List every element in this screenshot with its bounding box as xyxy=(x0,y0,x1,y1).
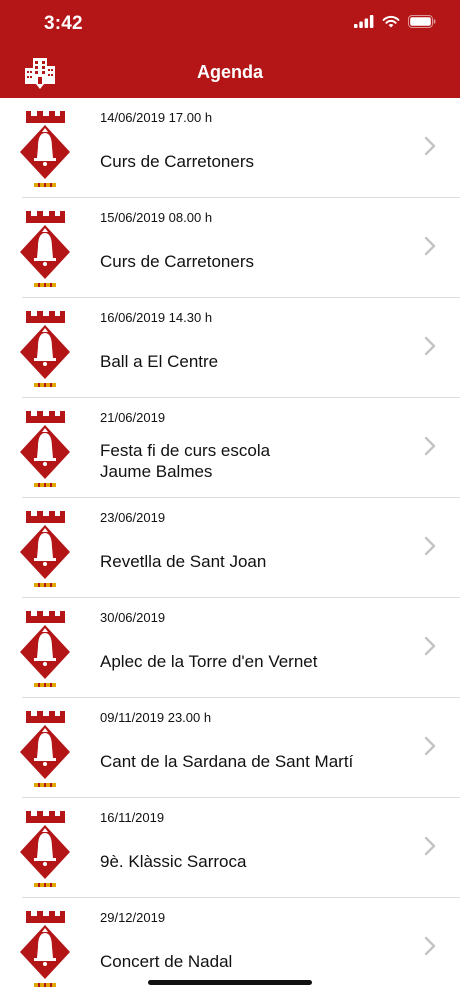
event-date: 21/06/2019 xyxy=(100,410,166,425)
page-title: Agenda xyxy=(196,62,263,82)
battery-icon xyxy=(408,15,436,28)
event-title: Cant de la Sardana de Sant Martí xyxy=(100,751,354,771)
event-title: Ball a El Centre xyxy=(100,351,219,371)
event-date: 16/06/2019 14.30 h xyxy=(100,310,213,325)
nav-header: 3:42 Agenda xyxy=(0,0,460,98)
event-date: 09/11/2019 23.00 h xyxy=(100,710,212,725)
chevron-right-icon xyxy=(424,536,436,556)
town-crest-icon xyxy=(20,711,70,787)
home-indicator[interactable] xyxy=(148,980,312,985)
town-crest-icon xyxy=(20,411,70,487)
chevron-right-icon xyxy=(424,736,436,756)
town-crest-icon xyxy=(20,911,70,987)
town-crest-icon xyxy=(20,111,70,187)
event-date: 14/06/2019 17.00 h xyxy=(100,110,213,125)
town-crest-icon xyxy=(20,811,70,887)
event-title: 9è. Klàssic Sarroca xyxy=(100,851,247,871)
event-title: Curs de Carretoners xyxy=(100,251,255,271)
chevron-right-icon xyxy=(424,236,436,256)
agenda-row[interactable]: 16/06/2019 14.30 h Ball a El Centre xyxy=(0,298,460,398)
event-title: Festa fi de curs escola Jaume Balmes xyxy=(100,441,271,481)
town-crest-icon xyxy=(20,211,70,287)
agenda-row[interactable]: 09/11/2019 23.00 h Cant de la Sardana de… xyxy=(0,698,460,798)
status-icons xyxy=(354,15,436,28)
agenda-row[interactable]: 23/06/2019 Revetlla de Sant Joan xyxy=(0,498,460,598)
agenda-list: 14/06/2019 17.00 h Curs de Carretoners 1… xyxy=(0,98,460,998)
town-crest-icon xyxy=(20,311,70,387)
chevron-right-icon xyxy=(424,336,436,356)
agenda-row[interactable]: 21/06/2019 Festa fi de curs escola Jaume… xyxy=(0,398,460,498)
chevron-right-icon xyxy=(424,436,436,456)
status-time: 3:42 xyxy=(44,13,83,34)
town-crest-icon xyxy=(20,511,70,587)
agenda-row[interactable]: 14/06/2019 17.00 h Curs de Carretoners xyxy=(0,98,460,198)
chevron-right-icon xyxy=(424,936,436,956)
agenda-row[interactable]: 15/06/2019 08.00 h Curs de Carretoners xyxy=(0,198,460,298)
event-title: Aplec de la Torre d'en Vernet xyxy=(100,651,318,671)
event-date: 30/06/2019 xyxy=(100,610,166,625)
chevron-right-icon xyxy=(424,836,436,856)
event-date: 23/06/2019 xyxy=(100,510,166,525)
chevron-right-icon xyxy=(424,136,436,156)
town-crest-icon xyxy=(20,611,70,687)
event-title: Curs de Carretoners xyxy=(100,151,255,171)
agenda-row[interactable]: 30/06/2019 Aplec de la Torre d'en Vernet xyxy=(0,598,460,698)
cellular-signal-icon xyxy=(354,15,374,28)
event-date: 29/12/2019 xyxy=(100,910,166,925)
chevron-right-icon xyxy=(424,636,436,656)
event-date: 15/06/2019 08.00 h xyxy=(100,210,213,225)
wifi-icon xyxy=(382,15,400,28)
event-date: 16/11/2019 xyxy=(100,810,165,825)
agenda-row[interactable]: 16/11/2019 9è. Klàssic Sarroca xyxy=(0,798,460,898)
event-title: Revetlla de Sant Joan xyxy=(100,551,267,571)
